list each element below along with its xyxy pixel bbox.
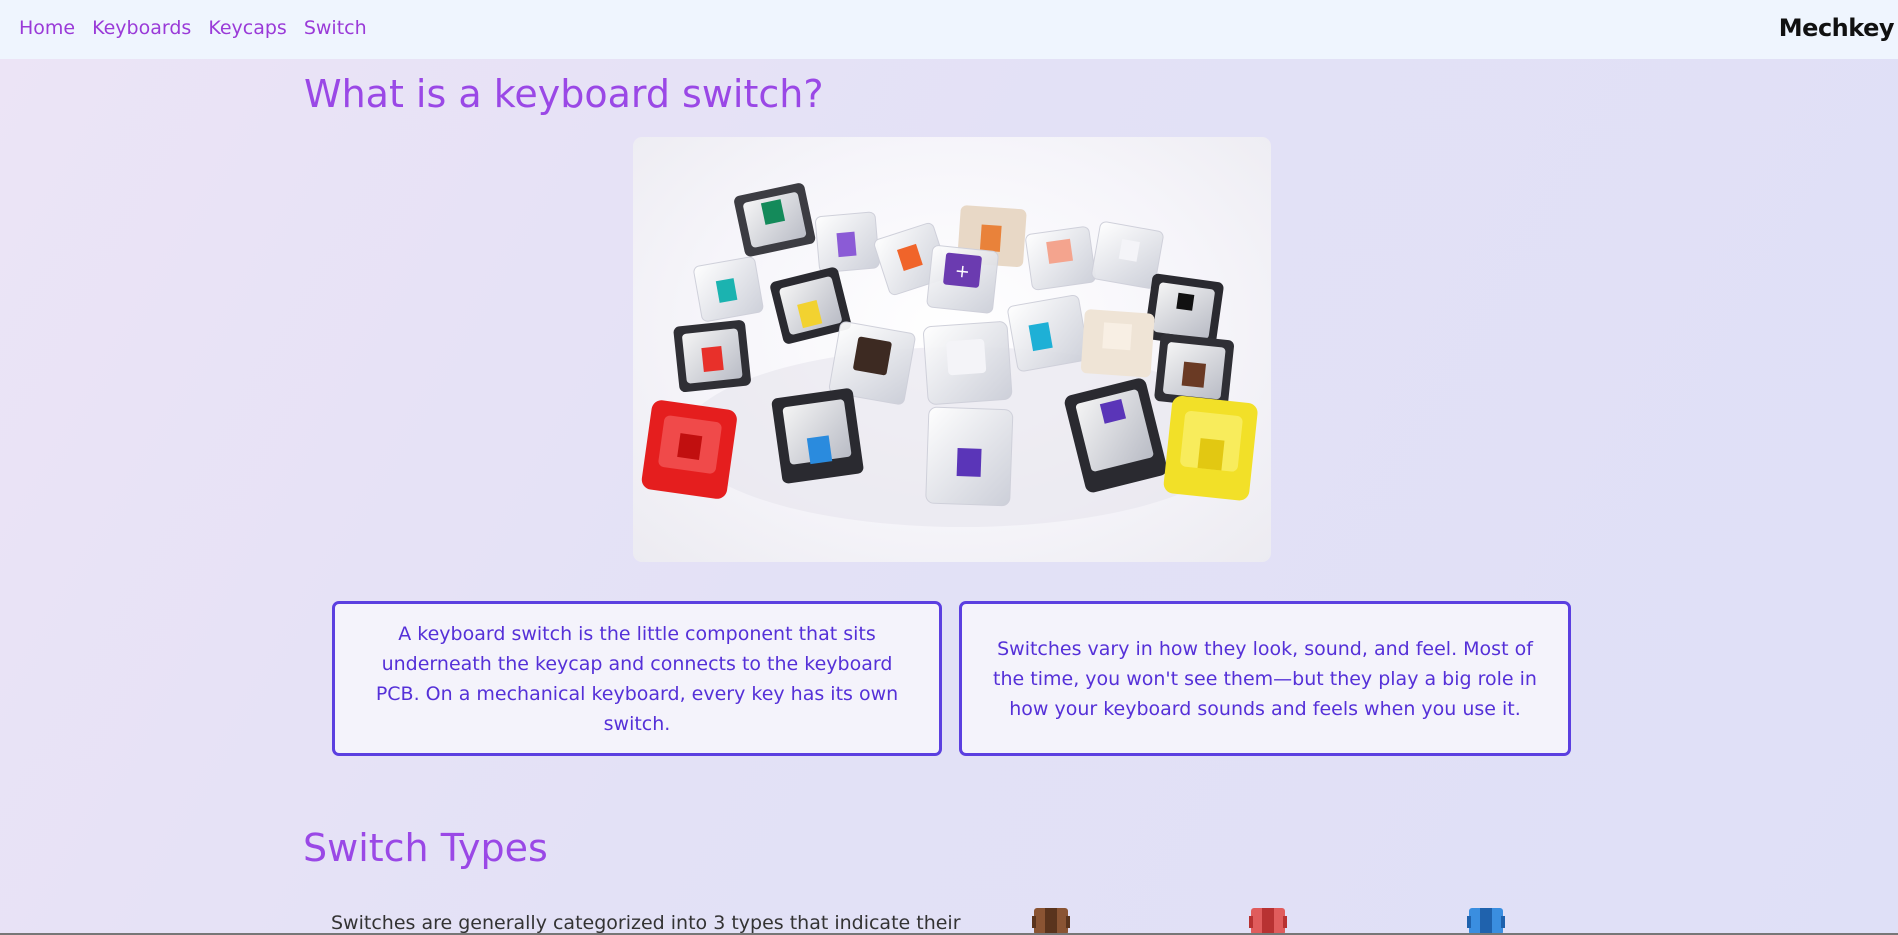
switches-photo: + [633, 137, 1271, 562]
info-box-what-is: A keyboard switch is the little componen… [332, 601, 942, 756]
blue-switch-icon [1467, 908, 1505, 935]
nav-link-home[interactable]: Home [19, 17, 75, 39]
brown-switch-icon [1032, 908, 1070, 935]
svg-text:+: + [954, 260, 971, 282]
red-switch-icon [1249, 908, 1287, 935]
nav-link-switch[interactable]: Switch [304, 17, 367, 39]
page-title: What is a keyboard switch? [304, 72, 824, 116]
info-text-how-they-vary: Switches vary in how they look, sound, a… [993, 637, 1537, 720]
brand-logo[interactable]: Mechkey [1779, 14, 1895, 42]
navbar: Home Keyboards Keycaps Switch Mechkey [0, 0, 1898, 59]
switches-illustration: + [641, 183, 1258, 527]
nav-link-keycaps[interactable]: Keycaps [208, 17, 287, 39]
info-box-how-they-vary: Switches vary in how they look, sound, a… [959, 601, 1571, 756]
section-title-switch-types: Switch Types [303, 826, 548, 870]
switch-types-description: Switches are generally categorized into … [331, 912, 961, 934]
info-text-what-is: A keyboard switch is the little componen… [375, 622, 899, 735]
nav-link-keyboards[interactable]: Keyboards [92, 17, 191, 39]
nav-links: Home Keyboards Keycaps Switch [19, 17, 367, 39]
